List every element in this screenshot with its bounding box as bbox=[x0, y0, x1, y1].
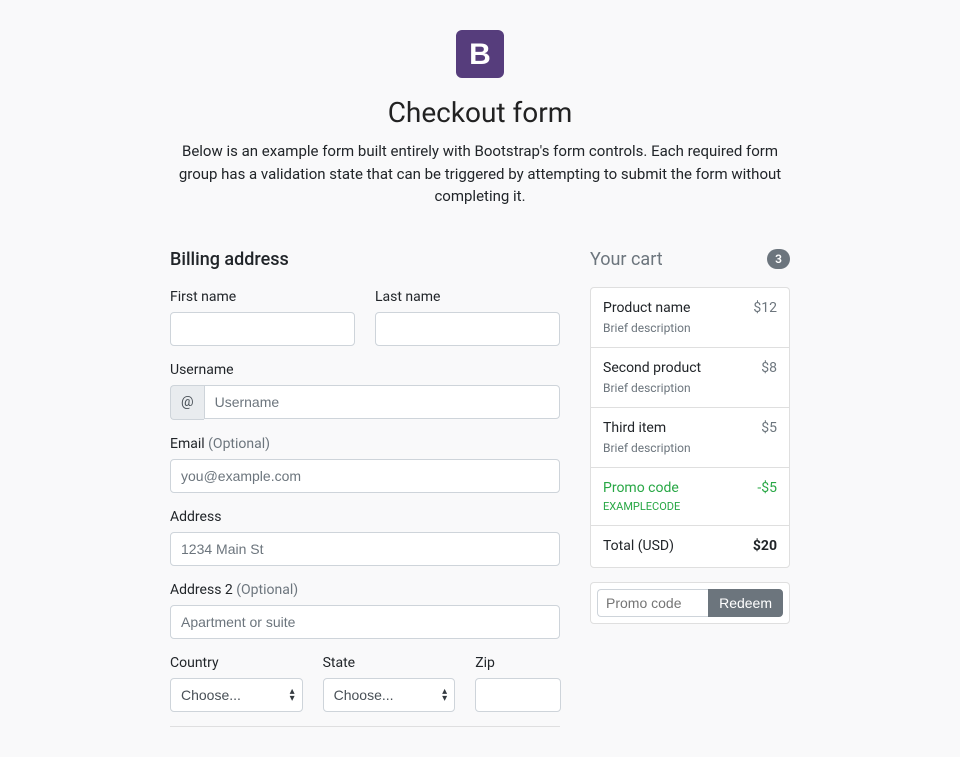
cart-total-price: $20 bbox=[753, 536, 777, 557]
redeem-button[interactable]: Redeem bbox=[708, 589, 783, 617]
zip-label: Zip bbox=[475, 653, 561, 674]
cart-item: Second product Brief description $8 bbox=[591, 348, 789, 408]
cart-heading: Your cart bbox=[590, 246, 663, 273]
divider bbox=[170, 726, 560, 727]
cart-total-label: Total (USD) bbox=[603, 536, 674, 557]
state-label: State bbox=[323, 653, 456, 674]
cart-item-desc: Brief description bbox=[603, 319, 691, 337]
address2-label: Address 2 (Optional) bbox=[170, 580, 560, 601]
email-input[interactable] bbox=[170, 459, 560, 493]
cart-item-name: Product name bbox=[603, 300, 690, 316]
cart-list: Product name Brief description $12 Secon… bbox=[590, 287, 790, 569]
cart-item-price: $5 bbox=[761, 418, 777, 457]
country-label: Country bbox=[170, 653, 303, 674]
cart-item: Third item Brief description $5 bbox=[591, 408, 789, 468]
bootstrap-logo: B bbox=[456, 30, 504, 78]
email-label: Email (Optional) bbox=[170, 434, 560, 455]
cart-total: Total (USD) $20 bbox=[591, 526, 789, 567]
cart-item-price: $8 bbox=[761, 358, 777, 397]
address-label: Address bbox=[170, 507, 560, 528]
cart-item-desc: Brief description bbox=[603, 379, 701, 397]
username-input[interactable] bbox=[204, 385, 560, 419]
zip-input[interactable] bbox=[475, 678, 561, 712]
cart-item-desc: Brief description bbox=[603, 439, 691, 457]
cart-promo-name: Promo code bbox=[603, 480, 679, 496]
billing-heading: Billing address bbox=[170, 246, 560, 273]
first-name-input[interactable] bbox=[170, 312, 355, 346]
cart-promo: Promo code EXAMPLECODE -$5 bbox=[591, 468, 789, 527]
first-name-label: First name bbox=[170, 287, 355, 308]
address-input[interactable] bbox=[170, 532, 560, 566]
cart-item-name: Second product bbox=[603, 360, 701, 376]
promo-input[interactable] bbox=[597, 589, 708, 617]
cart-count-badge: 3 bbox=[767, 249, 790, 269]
username-label: Username bbox=[170, 360, 560, 381]
cart-promo-price: -$5 bbox=[757, 478, 777, 516]
last-name-input[interactable] bbox=[375, 312, 560, 346]
promo-form: Redeem bbox=[590, 582, 790, 624]
state-select[interactable]: Choose... bbox=[323, 678, 456, 712]
cart-promo-code: EXAMPLECODE bbox=[603, 499, 680, 516]
country-select[interactable]: Choose... bbox=[170, 678, 303, 712]
page-lead: Below is an example form built entirely … bbox=[170, 140, 790, 208]
username-prefix: @ bbox=[170, 385, 204, 420]
page-title: Checkout form bbox=[170, 92, 790, 134]
address2-input[interactable] bbox=[170, 605, 560, 639]
cart-item-price: $12 bbox=[753, 298, 777, 337]
last-name-label: Last name bbox=[375, 287, 560, 308]
cart-item: Product name Brief description $12 bbox=[591, 288, 789, 348]
cart-item-name: Third item bbox=[603, 420, 666, 436]
logo-letter: B bbox=[469, 32, 491, 77]
